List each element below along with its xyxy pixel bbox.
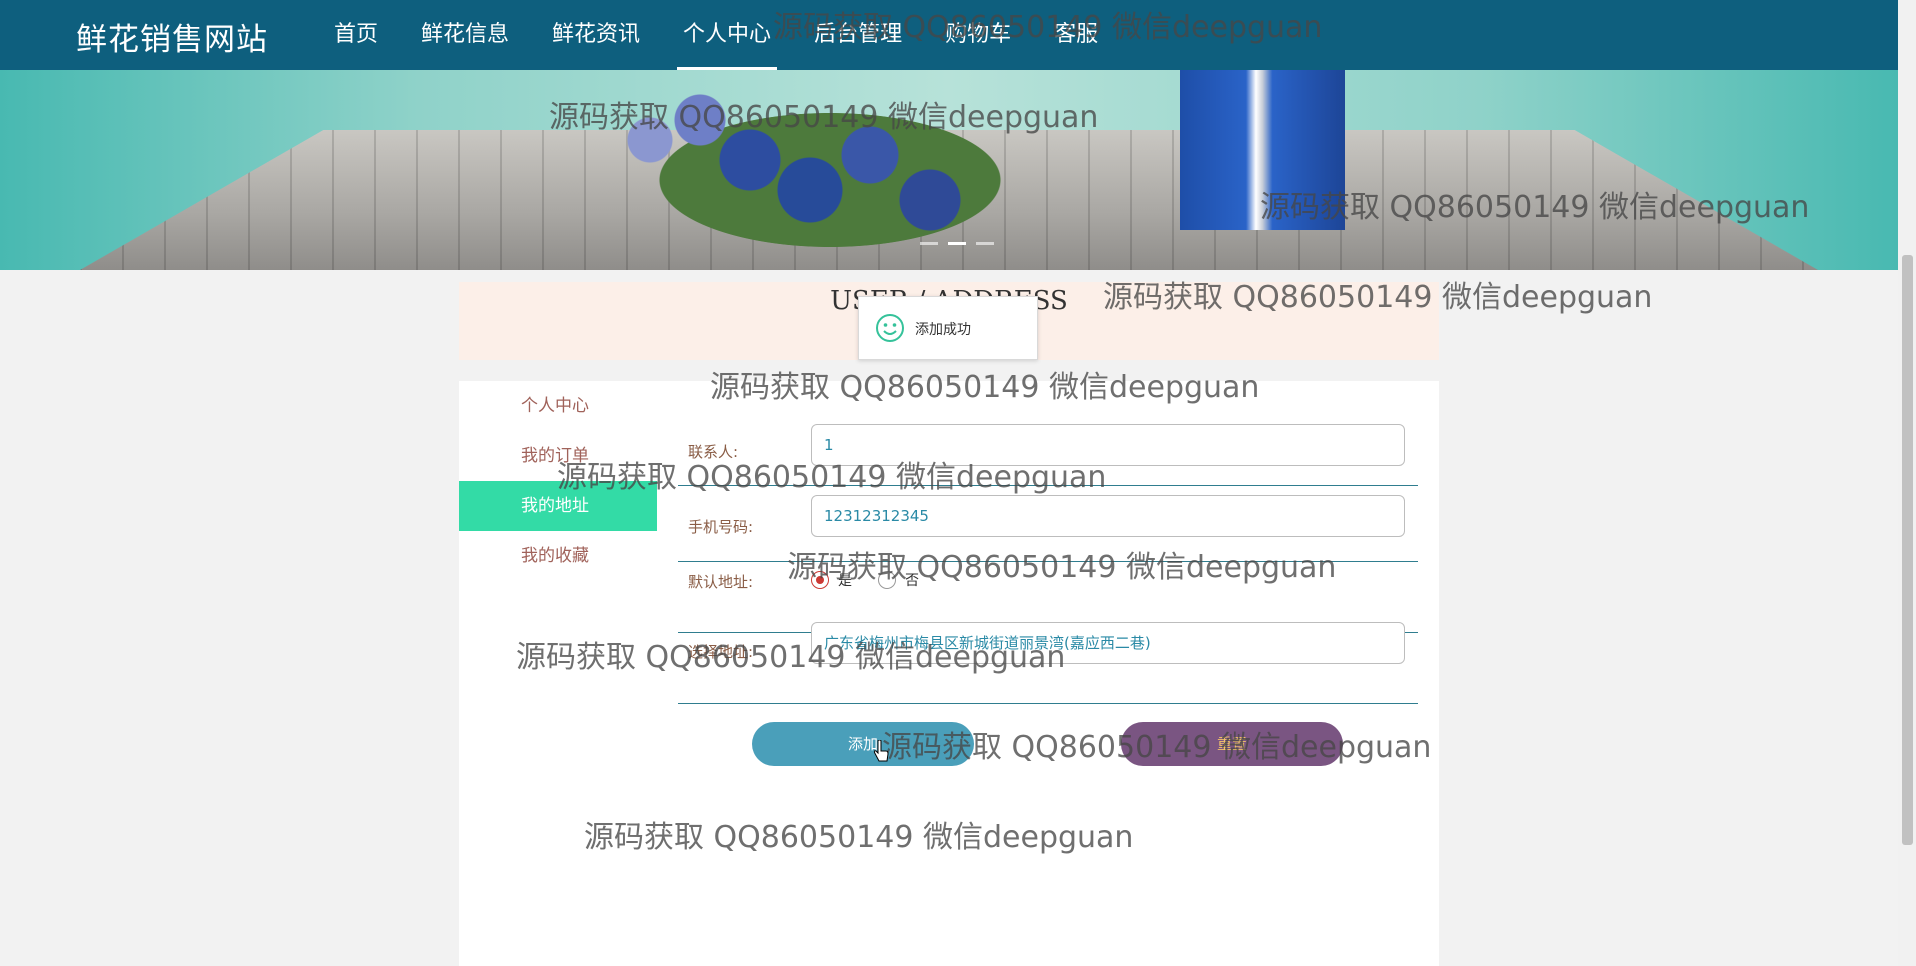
sidebar-item-personal-center[interactable]: 个人中心 xyxy=(459,381,657,431)
phone-input[interactable]: 12312312345 xyxy=(811,495,1405,537)
site-logo[interactable]: 鲜花销售网站 xyxy=(76,14,268,59)
address-label: 选择地址: xyxy=(688,643,754,661)
radio-yes-label[interactable]: 是 xyxy=(838,570,852,590)
address-row: 选择地址: 广东省梅州市梅县区新城街道丽景湾(嘉应西二巷) xyxy=(678,622,1418,704)
carousel-dot-active[interactable] xyxy=(948,242,966,245)
sidebar-item-my-favorites[interactable]: 我的收藏 xyxy=(459,531,657,581)
banner-gift-box-image xyxy=(1180,70,1345,230)
nav-menu: 首页 鲜花信息 鲜花资讯 个人中心 后台管理 购物车 客服 xyxy=(320,0,1127,70)
radio-no-label[interactable]: 否 xyxy=(905,570,919,590)
sidebar-item-my-orders[interactable]: 我的订单 xyxy=(459,431,657,481)
smile-icon xyxy=(876,314,904,342)
phone-label: 手机号码: xyxy=(688,518,754,536)
radio-yes[interactable] xyxy=(811,571,829,589)
banner-bouquet-image xyxy=(550,70,1070,250)
nav-item-cart[interactable]: 购物车 xyxy=(931,0,1025,70)
toast-message: 添加成功 xyxy=(915,322,971,338)
user-panel: 个人中心 我的订单 我的地址 我的收藏 联系人: 1 手机号码: 1231231… xyxy=(459,381,1439,966)
contact-label: 联系人: xyxy=(688,443,739,461)
banner-carousel[interactable] xyxy=(0,70,1898,270)
success-toast: 添加成功 xyxy=(858,296,1038,360)
contact-row: 联系人: 1 xyxy=(678,415,1418,486)
nav-item-admin[interactable]: 后台管理 xyxy=(800,0,916,70)
nav-item-flower-info[interactable]: 鲜花信息 xyxy=(407,0,523,70)
reset-button[interactable]: 重置 xyxy=(1121,722,1343,766)
carousel-dot[interactable] xyxy=(920,242,938,245)
nav-item-home[interactable]: 首页 xyxy=(320,0,392,70)
carousel-dot[interactable] xyxy=(976,242,994,245)
add-button[interactable]: 添加 xyxy=(752,722,974,766)
address-select[interactable]: 广东省梅州市梅县区新城街道丽景湾(嘉应西二巷) xyxy=(811,622,1405,664)
hand-cursor-icon xyxy=(873,740,889,762)
scrollbar-thumb[interactable] xyxy=(1902,255,1913,845)
default-address-radio-group: 是 否 xyxy=(811,570,945,590)
top-navbar: 鲜花销售网站 首页 鲜花信息 鲜花资讯 个人中心 后台管理 购物车 客服 xyxy=(0,0,1898,70)
nav-item-flower-news[interactable]: 鲜花资讯 xyxy=(538,0,654,70)
carousel-indicators xyxy=(920,242,994,245)
sidebar-item-my-address[interactable]: 我的地址 xyxy=(459,481,657,531)
contact-input[interactable]: 1 xyxy=(811,424,1405,466)
nav-item-service[interactable]: 客服 xyxy=(1040,0,1112,70)
nav-item-personal-center[interactable]: 个人中心 xyxy=(669,0,785,70)
default-address-label: 默认地址: xyxy=(688,573,754,591)
radio-no[interactable] xyxy=(878,571,896,589)
phone-row: 手机号码: 12312312345 xyxy=(678,491,1418,562)
